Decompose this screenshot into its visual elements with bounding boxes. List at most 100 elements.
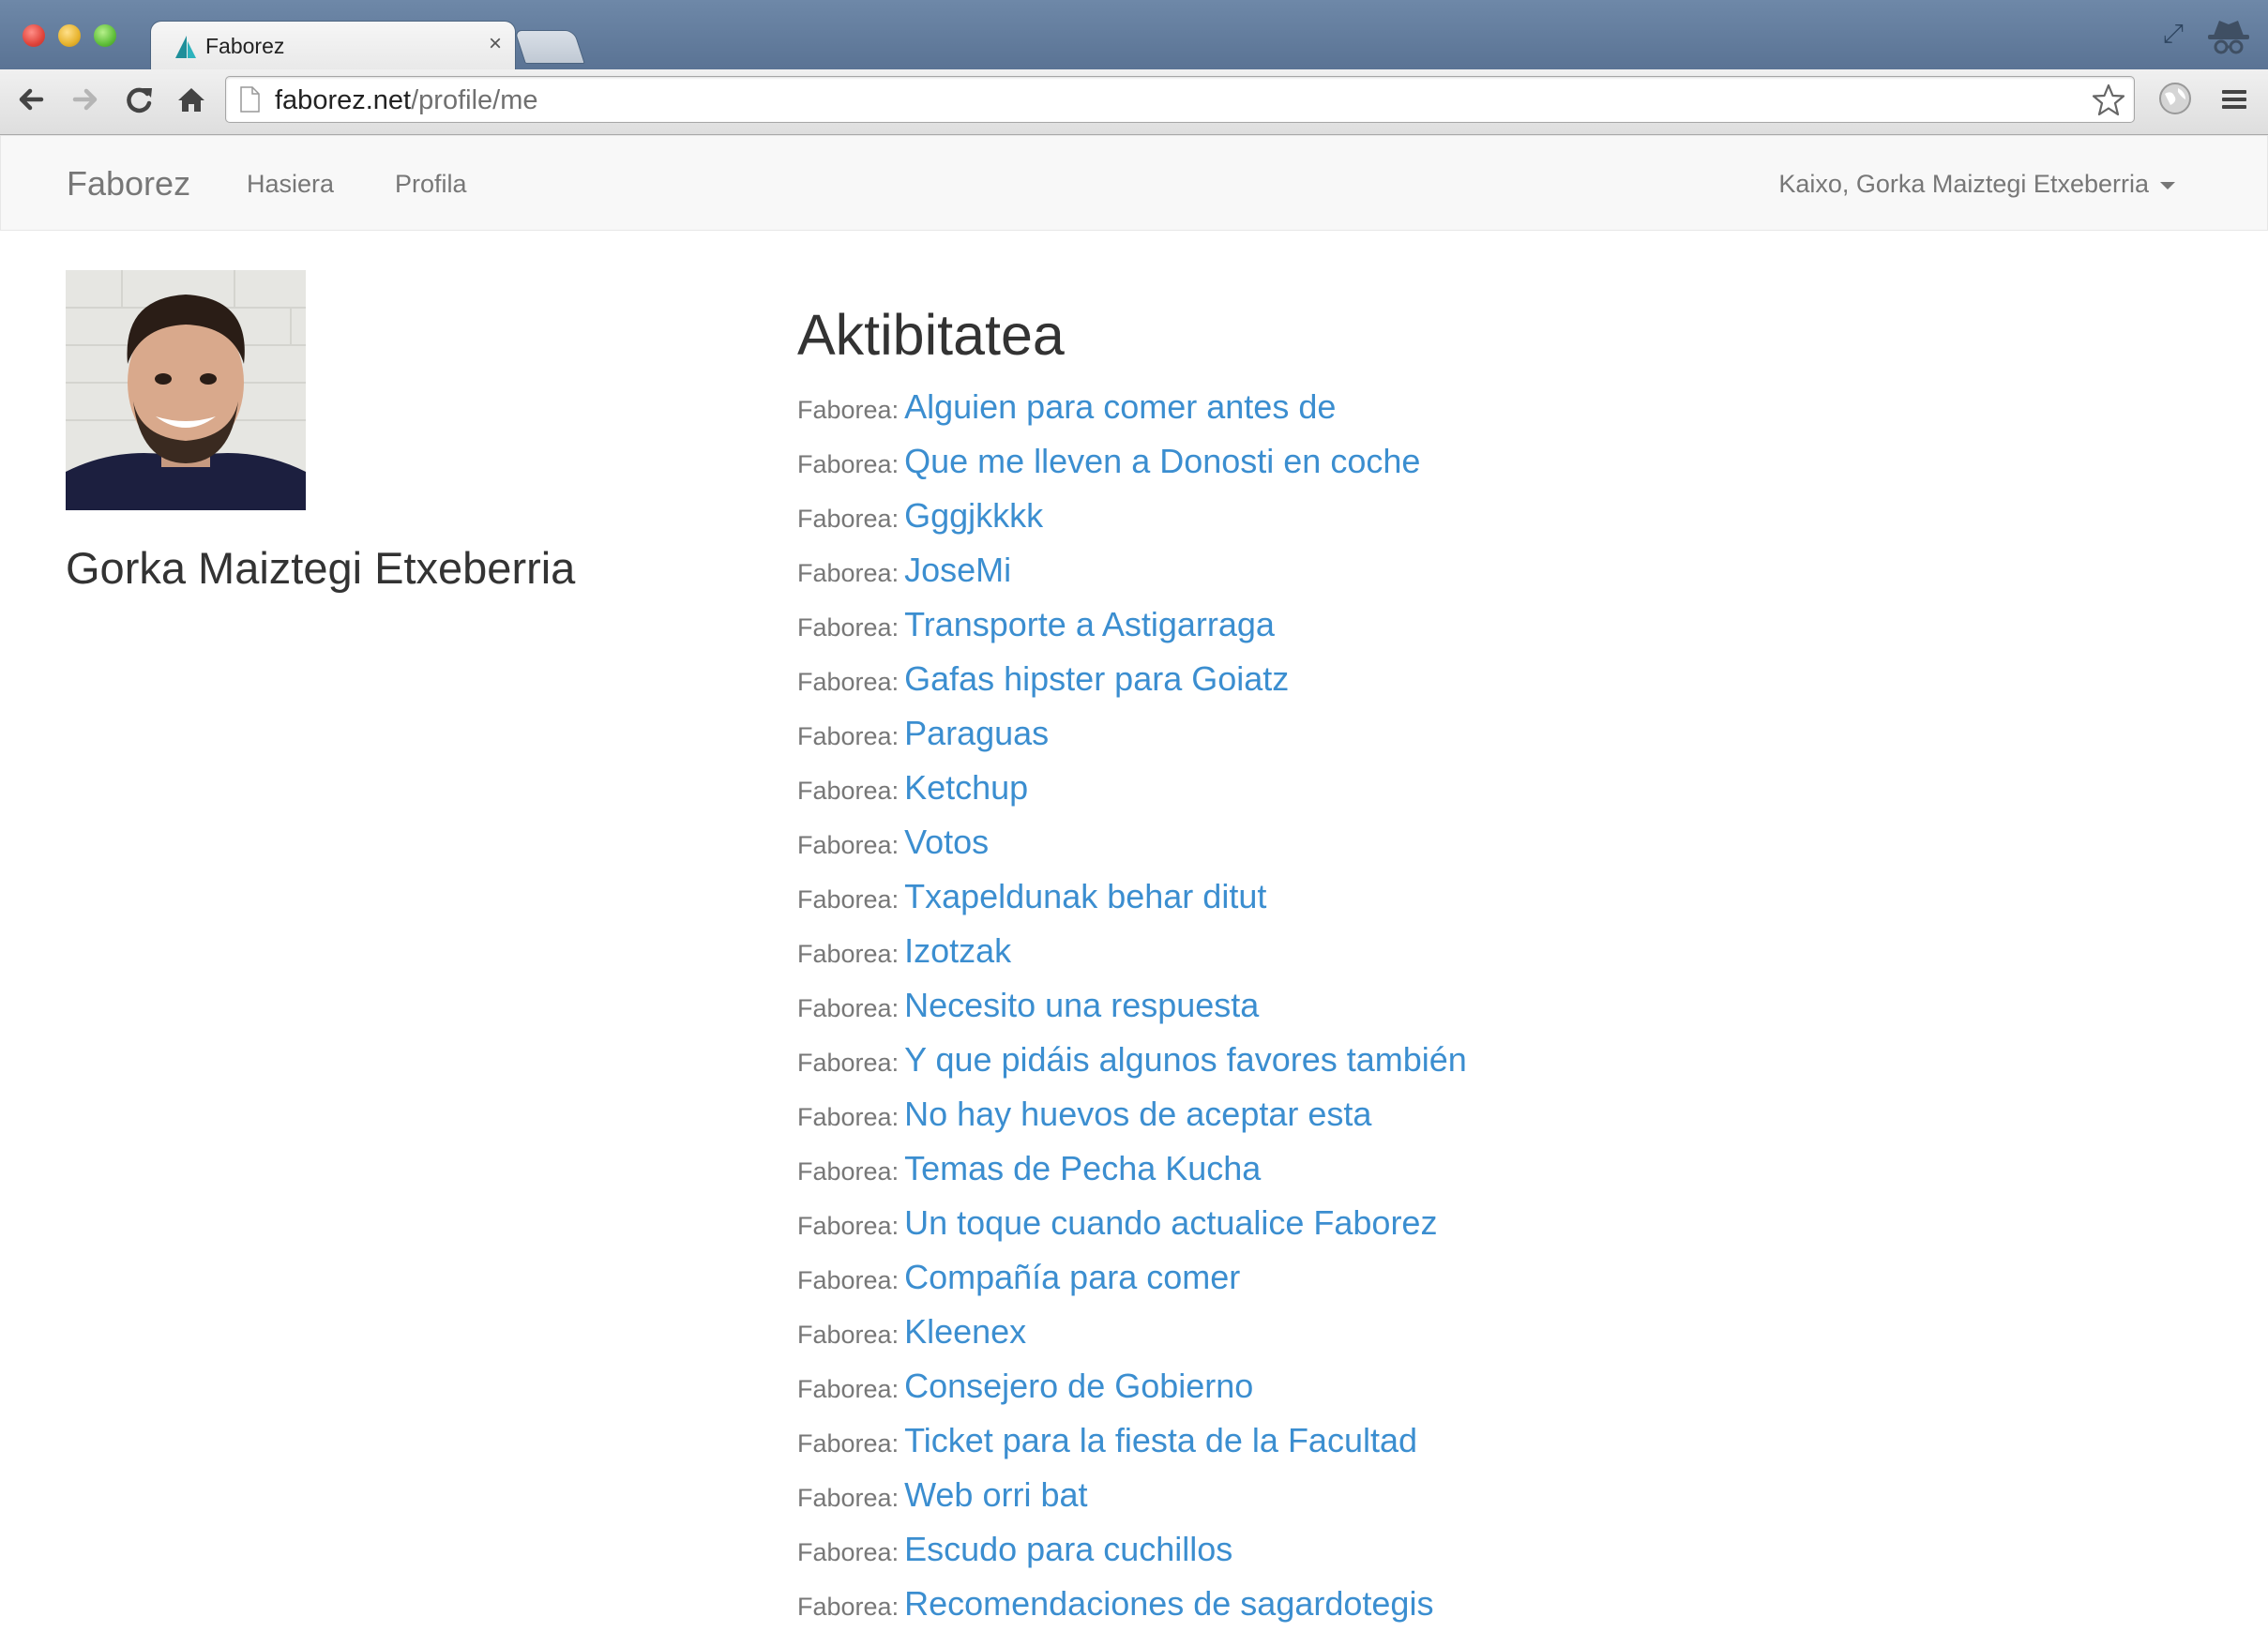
fullscreen-icon[interactable]: ⤢ [2163,19,2184,50]
url-host: faborez.net [275,85,412,115]
activity-item: Faborea: No hay huevos de aceptar esta [797,1090,1467,1144]
tab-close-icon[interactable]: × [489,31,502,57]
caret-down-icon [2160,181,2175,189]
nav-link-hasiera[interactable]: Hasiera [247,170,334,199]
activity-list: Faborea: Alguien para comer antes de Fabor… [797,383,1467,1634]
hamburger-menu-icon[interactable] [2219,84,2249,114]
activity-prefix: Faborea: [797,1049,900,1077]
activity-link[interactable]: Necesito una respuesta [904,986,1259,1024]
address-bar[interactable]: faborez.net/profile/me [225,76,2135,123]
activity-link[interactable]: Recomendaciones de sagardotegis [904,1584,1433,1623]
browser-titlebar: Faborez × ⤢ [0,0,2268,69]
activity-link[interactable]: Kleenex [904,1312,1026,1351]
activity-prefix: Faborea: [797,1266,900,1294]
activity-link[interactable]: Alguien para comer antes de [904,387,1336,426]
activity-prefix: Faborea: [797,1157,900,1186]
activity-title: Aktibitatea [797,303,1065,367]
activity-prefix: Faborea: [797,1212,900,1240]
activity-prefix: Faborea: [797,450,900,478]
activity-link[interactable]: Web orri bat [904,1475,1087,1514]
activity-link[interactable]: Ketchup [904,768,1028,807]
activity-item: Faborea: Ketchup [797,763,1467,818]
activity-link[interactable]: Que me lleven a Donosti en coche [904,442,1420,480]
activity-item: Faborea: Escudo para cuchillos [797,1525,1467,1579]
nav-link-profila[interactable]: Profila [395,170,467,199]
activity-link[interactable]: Paraguas [904,714,1049,752]
activity-link[interactable]: JoseMi [904,551,1011,589]
faborez-favicon-icon [175,36,196,58]
activity-link[interactable]: Consejero de Gobierno [904,1367,1253,1405]
extension-globe-icon[interactable] [2157,81,2193,116]
forward-arrow-icon [72,88,98,111]
browser-tab[interactable]: Faborez × [150,21,516,69]
activity-link[interactable]: No hay huevos de aceptar esta [904,1095,1371,1133]
browser-toolbar: faborez.net/profile/me [0,69,2268,135]
activity-prefix: Faborea: [797,505,900,533]
activity-prefix: Faborea: [797,396,900,424]
home-icon [178,88,204,112]
activity-item: Faborea: Y que pidáis algunos favores tam… [797,1035,1467,1090]
activity-prefix: Faborea: [797,1321,900,1349]
brand-link[interactable]: Faborez [67,164,190,204]
activity-link[interactable]: Gafas hipster para Goiatz [904,659,1289,698]
minimize-window-button[interactable] [58,24,81,47]
activity-item: Faborea: Compañía para comer [797,1253,1467,1307]
activity-prefix: Faborea: [797,940,900,968]
new-tab-button[interactable] [514,30,585,64]
profile-name: Gorka Maiztegi Etxeberria [66,543,576,593]
activity-prefix: Faborea: [797,994,900,1022]
activity-link[interactable]: Gggjkkkk [904,496,1043,535]
activity-prefix: Faborea: [797,1484,900,1512]
activity-link[interactable]: Y que pidáis algunos favores también [904,1040,1467,1079]
activity-link[interactable]: Transporte a Astigarraga [904,605,1275,643]
activity-item: Faborea: Consejero de Gobierno [797,1362,1467,1416]
activity-item: Faborea: Web orri bat [797,1471,1467,1525]
avatar [66,270,306,510]
activity-prefix: Faborea: [797,1538,900,1566]
url-path: /profile/me [411,85,538,115]
activity-item: Faborea: Necesito una respuesta [797,981,1467,1035]
activity-prefix: Faborea: [797,1103,900,1131]
profile-photo [66,270,306,510]
zoom-window-button[interactable] [94,24,116,47]
reload-button[interactable] [120,81,158,118]
home-button[interactable] [173,81,210,118]
activity-link[interactable]: Un toque cuando actualice Faborez [904,1203,1437,1242]
page-icon [240,86,260,113]
activity-link[interactable]: Votos [904,823,989,861]
activity-item: Faborea: Recomendaciones de sagardotegis [797,1579,1467,1634]
activity-item: Faborea: Transporte a Astigarraga [797,600,1467,655]
activity-item: Faborea: Alguien para comer antes de [797,383,1467,437]
activity-item: Faborea: Txapeldunak behar ditut [797,872,1467,927]
activity-item: Faborea: Gafas hipster para Goiatz [797,655,1467,709]
forward-button[interactable] [66,81,103,118]
activity-link[interactable]: Ticket para la fiesta de la Facultad [904,1421,1417,1459]
reload-icon [127,87,152,113]
activity-link[interactable]: Temas de Pecha Kucha [904,1149,1261,1187]
activity-link[interactable]: Izotzak [904,931,1011,970]
activity-item: Faborea: Votos [797,818,1467,872]
activity-prefix: Faborea: [797,777,900,805]
close-window-button[interactable] [23,24,45,47]
site-navbar: Faborez Hasiera Profila Kaixo, Gorka Mai… [0,135,2268,231]
activity-item: Faborea: Paraguas [797,709,1467,763]
activity-link[interactable]: Compañía para comer [904,1258,1240,1296]
incognito-icon [2208,21,2249,54]
user-dropdown[interactable]: Kaixo, Gorka Maiztegi Etxeberria [1778,170,2175,199]
back-arrow-icon [19,88,44,111]
url-text: faborez.net/profile/me [275,85,538,116]
activity-link[interactable]: Escudo para cuchillos [904,1530,1232,1568]
activity-item: Faborea: Kleenex [797,1307,1467,1362]
activity-link[interactable]: Txapeldunak behar ditut [904,877,1266,915]
activity-prefix: Faborea: [797,668,900,696]
activity-prefix: Faborea: [797,1429,900,1458]
activity-prefix: Faborea: [797,722,900,750]
activity-prefix: Faborea: [797,559,900,587]
activity-prefix: Faborea: [797,831,900,859]
activity-item: Faborea: Izotzak [797,927,1467,981]
activity-prefix: Faborea: [797,613,900,642]
tab-title: Faborez [205,34,285,58]
bookmark-star-icon[interactable] [2091,83,2126,118]
back-button[interactable] [13,81,51,118]
activity-prefix: Faborea: [797,1593,900,1621]
